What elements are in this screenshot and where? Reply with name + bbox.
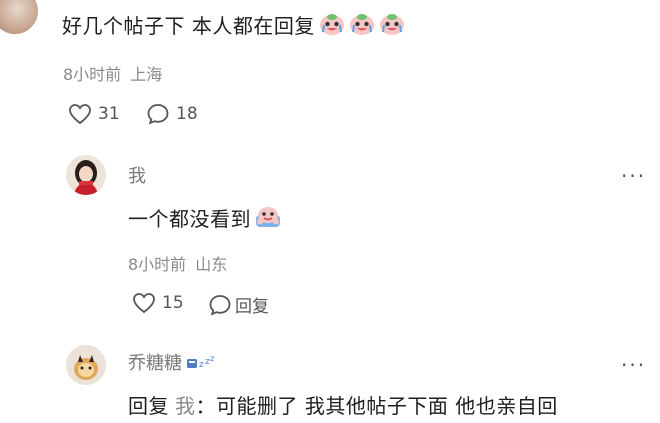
sleeping-zzz-badge: z z z (187, 354, 214, 370)
comment-bubble-icon (147, 104, 169, 125)
top-comment-reply-count: 18 (176, 104, 198, 124)
top-comment-text: 好几个帖子下 本人都在回复 (62, 13, 315, 38)
reply-me-like-count: 15 (162, 293, 184, 313)
reply-me-more-button[interactable]: ··· (621, 166, 646, 186)
reply-me-location: 山东 (195, 255, 228, 274)
crying-face-emoji (349, 14, 374, 35)
reply-qtt-separator: ： (195, 393, 216, 418)
top-comment-like-count: 31 (98, 104, 120, 124)
top-comment-location: 上海 (130, 65, 163, 84)
reply-me-time: 8小时前 (128, 255, 187, 274)
reply-me-like-button[interactable]: 15 (132, 292, 184, 314)
avatar-me[interactable] (66, 155, 106, 195)
reply-me-reply-label: 回复 (235, 297, 269, 317)
reply-qtt-reply-to[interactable]: 我 (175, 390, 196, 419)
top-comment-meta: 8小时前 上海 (63, 61, 162, 85)
crying-face-emoji (379, 14, 404, 35)
comment-bubble-icon (209, 294, 231, 316)
reply-qtt-header: 乔糖糖 z z z (128, 349, 216, 375)
top-comment-time: 8小时前 (63, 65, 122, 84)
svg-text:z: z (199, 360, 204, 370)
avatar-me-image (66, 155, 106, 195)
top-comment-replies-button[interactable]: 18 (146, 103, 198, 125)
avatar-qiaotangtang-image (66, 345, 106, 385)
reply-qtt-text: 可能删了 我其他帖子下面 他也亲自回 (216, 393, 558, 418)
reply-qtt-more-button[interactable]: ··· (621, 355, 646, 375)
reply-me-body: 一个都没看到 (128, 203, 282, 231)
reply-me-meta: 8小时前 山东 (128, 251, 227, 275)
reply-qtt-body: 回复 我 ： 可能删了 我其他帖子下面 他也亲自回 (128, 390, 558, 418)
hug-emoji (256, 207, 280, 227)
reply-qtt-username[interactable]: 乔糖糖 (128, 349, 182, 375)
avatar-qiaotangtang[interactable] (66, 345, 106, 385)
heart-icon (69, 104, 91, 125)
crying-emoji-group (319, 12, 405, 36)
avatar-top-commenter[interactable] (0, 0, 38, 34)
reply-me-reply-button[interactable]: 回复 (208, 292, 269, 317)
heart-icon (133, 293, 155, 314)
reply-me-username[interactable]: 我 (128, 162, 146, 188)
crying-face-emoji (319, 14, 344, 35)
top-comment-body: 好几个帖子下 本人都在回复 (62, 10, 405, 38)
svg-text:z: z (210, 354, 214, 363)
reply-qtt-prefix: 回复 (128, 393, 169, 418)
reply-me-text: 一个都没看到 (128, 206, 251, 231)
top-comment-like-button[interactable]: 31 (68, 103, 120, 125)
